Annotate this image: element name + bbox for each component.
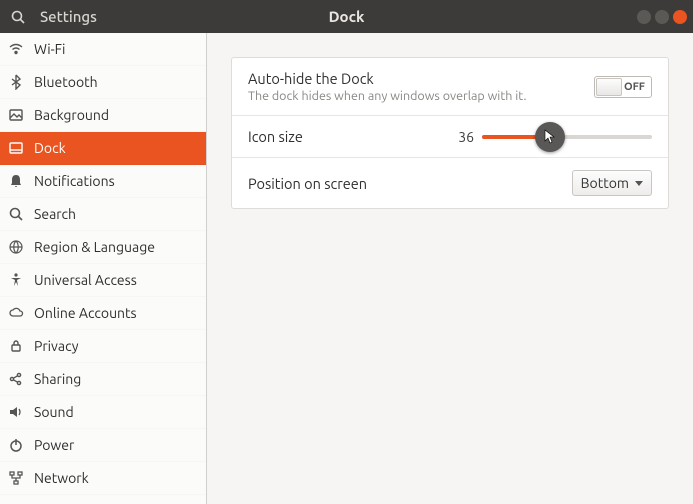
switch-knob <box>596 78 622 96</box>
speaker-icon <box>8 404 24 420</box>
globe-icon <box>8 239 24 255</box>
sidebar-item-label: Background <box>34 107 109 123</box>
page-title: Dock <box>329 8 365 25</box>
share-icon <box>8 371 24 387</box>
sidebar-item-network[interactable]: Network <box>0 462 206 495</box>
sidebar-item-dock[interactable]: Dock <box>0 132 206 165</box>
sidebar-item-wifi[interactable]: Wi-Fi <box>0 33 206 66</box>
sidebar-item-label: Bluetooth <box>34 74 98 90</box>
sidebar-item-label: Region & Language <box>34 239 155 255</box>
iconsize-label: Icon size <box>248 128 450 145</box>
settings-sidebar: Wi-Fi Bluetooth Background <box>0 33 207 504</box>
wifi-icon <box>8 41 24 57</box>
sidebar-item-label: Wi-Fi <box>34 41 65 57</box>
sidebar-item-privacy[interactable]: Privacy <box>0 330 206 363</box>
sidebar-item-label: Sharing <box>34 371 81 387</box>
maximize-button[interactable] <box>655 10 669 24</box>
sidebar-item-label: Online Accounts <box>34 305 137 321</box>
dock-settings-panel: Auto-hide the Dock The dock hides when a… <box>207 33 693 504</box>
sidebar-item-notifications[interactable]: Notifications <box>0 165 206 198</box>
autohide-toggle[interactable]: OFF <box>594 76 652 98</box>
autohide-title: Auto-hide the Dock <box>248 70 594 87</box>
lock-icon <box>8 338 24 354</box>
sidebar-item-bluetooth[interactable]: Bluetooth <box>0 66 206 99</box>
cursor-icon <box>544 129 556 145</box>
search-icon <box>8 206 24 222</box>
sidebar-item-sound[interactable]: Sound <box>0 396 206 429</box>
cloud-sync-icon <box>8 305 24 321</box>
background-icon <box>8 107 24 123</box>
autohide-row: Auto-hide the Dock The dock hides when a… <box>232 58 668 116</box>
sidebar-item-label: Dock <box>34 140 66 156</box>
dropdown-value: Bottom <box>581 175 629 191</box>
sidebar-item-label: Sound <box>34 404 74 420</box>
sidebar-item-universal-access[interactable]: Universal Access <box>0 264 206 297</box>
close-button[interactable] <box>673 10 687 24</box>
sidebar-item-label: Network <box>34 470 89 486</box>
sidebar-item-sharing[interactable]: Sharing <box>0 363 206 396</box>
iconsize-row: Icon size 36 <box>232 116 668 158</box>
switch-state-label: OFF <box>624 81 645 93</box>
minimize-button[interactable] <box>637 10 651 24</box>
position-row: Position on screen Bottom <box>232 158 668 208</box>
sidebar-item-label: Search <box>34 206 76 222</box>
position-label: Position on screen <box>248 175 572 192</box>
dock-icon <box>8 140 24 156</box>
network-icon <box>8 470 24 486</box>
sidebar-item-search[interactable]: Search <box>0 198 206 231</box>
chevron-down-icon <box>635 181 643 186</box>
iconsize-slider[interactable] <box>482 135 652 139</box>
autohide-subtitle: The dock hides when any windows overlap … <box>248 89 594 103</box>
slider-thumb[interactable] <box>535 122 565 152</box>
sidebar-item-region-language[interactable]: Region & Language <box>0 231 206 264</box>
power-icon <box>8 437 24 453</box>
titlebar: Settings Dock <box>0 0 693 33</box>
sidebar-item-label: Power <box>34 437 74 453</box>
search-icon[interactable] <box>10 9 26 25</box>
iconsize-value: 36 <box>450 129 474 145</box>
sidebar-item-online-accounts[interactable]: Online Accounts <box>0 297 206 330</box>
position-dropdown[interactable]: Bottom <box>572 170 652 196</box>
sidebar-item-power[interactable]: Power <box>0 429 206 462</box>
sidebar-item-label: Privacy <box>34 338 78 354</box>
sidebar-item-label: Notifications <box>34 173 115 189</box>
sidebar-item-label: Universal Access <box>34 272 137 288</box>
app-title: Settings <box>40 8 97 25</box>
sidebar-item-background[interactable]: Background <box>0 99 206 132</box>
bluetooth-icon <box>8 74 24 90</box>
bell-icon <box>8 173 24 189</box>
accessibility-icon <box>8 272 24 288</box>
